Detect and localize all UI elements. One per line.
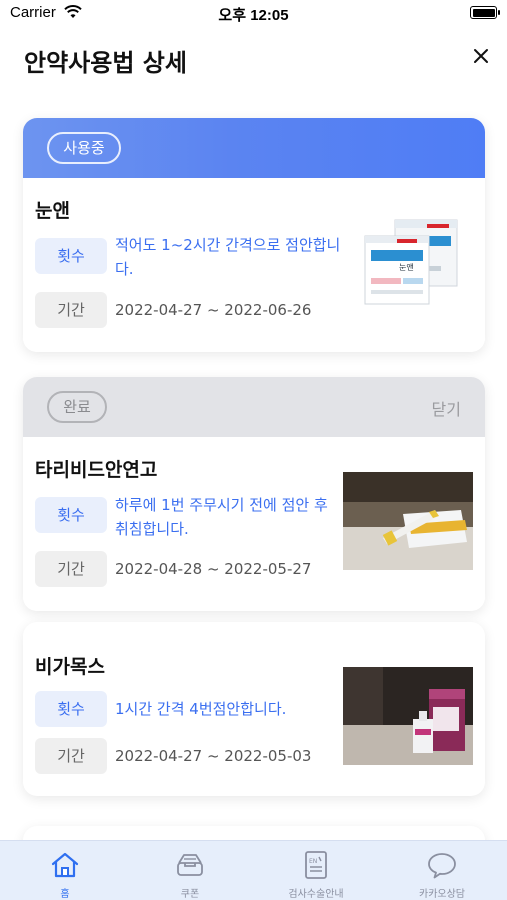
page-header: 안약사용법 상세 — [0, 26, 507, 88]
status-bar: Carrier 오후 12:05 — [0, 0, 507, 26]
medication-list[interactable]: 사용중 눈앤 횟수 적어도 1~2시간 간격으로 점안합니 다. 기간 2022… — [0, 88, 507, 840]
status-badge-in-use: 사용중 — [47, 132, 121, 164]
status-badge-completed: 완료 — [47, 391, 107, 423]
in-use-group: 사용중 눈앤 횟수 적어도 1~2시간 간격으로 점안합니 다. 기간 2022… — [23, 118, 485, 352]
in-use-group-header: 사용중 — [23, 118, 485, 178]
tab-label: 쿠폰 — [180, 889, 200, 900]
period-label: 기간 — [35, 551, 107, 587]
medication-card-tarivid[interactable]: 타리비드안연고 횟수 하루에 1번 주무시기 전에 점안 후 취침합니다. 기간… — [23, 437, 485, 611]
svg-text:EN: EN — [309, 858, 317, 865]
medication-name: 눈앤 — [35, 200, 70, 222]
collapse-button[interactable]: 닫기 — [432, 396, 461, 420]
medication-card-nuen[interactable]: 눈앤 횟수 적어도 1~2시간 간격으로 점안합니 다. 기간 2022-04-… — [23, 178, 485, 352]
completed-group: 완료 닫기 타리비드안연고 횟수 하루에 1번 주무시기 전에 점안 후 취침합… — [23, 377, 485, 611]
frequency-label: 횟수 — [35, 238, 107, 274]
page-title: 안약사용법 상세 — [24, 49, 187, 77]
frequency-text: 적어도 1~2시간 간격으로 점안합니 다. — [115, 236, 341, 278]
frequency-text: 하루에 1번 주무시기 전에 점안 후 취침합니다. — [115, 496, 328, 538]
period-label: 기간 — [35, 292, 107, 328]
tab-home[interactable]: 홈 — [2, 841, 128, 900]
close-button[interactable] — [465, 40, 497, 72]
bottom-tab-bar: 홈 쿠폰 EN 검사수술안내 카카오상담 — [0, 840, 507, 900]
svg-text:눈앤: 눈앤 — [399, 262, 414, 272]
completed-group-header: 완료 닫기 — [23, 377, 485, 437]
frequency-text: 1시간 간격 4번점안합니다. — [115, 700, 287, 718]
coupon-tray-icon — [177, 854, 203, 876]
product-image-vigamox — [343, 667, 473, 765]
battery-icon — [470, 6, 500, 19]
tab-label: 홈 — [60, 889, 70, 900]
period-text: 2022-04-27 ~ 2022-06-26 — [115, 301, 312, 319]
period-label: 기간 — [35, 738, 107, 774]
tab-label: 카카오상담 — [419, 889, 465, 900]
clock: 오후 12:05 — [218, 7, 289, 24]
period-text: 2022-04-28 ~ 2022-05-27 — [115, 560, 312, 578]
medication-name: 비가목스 — [35, 656, 105, 678]
chat-bubble-icon — [428, 853, 456, 879]
medication-card-vigamox[interactable]: 비가목스 횟수 1시간 간격 4번점안합니다. 기간 2022-04-27 ~ … — [23, 622, 485, 796]
home-icon — [51, 852, 79, 878]
product-image-tarivid — [343, 472, 473, 570]
tab-kakao-consult[interactable]: 카카오상담 — [379, 841, 505, 900]
tab-coupon[interactable]: 쿠폰 — [127, 841, 253, 900]
period-text: 2022-04-27 ~ 2022-05-03 — [115, 747, 312, 765]
product-image-nuen: 눈앤 — [357, 214, 469, 310]
frequency-label: 횟수 — [35, 691, 107, 727]
tab-label: 검사수술안내 — [288, 889, 344, 900]
medication-card-partial[interactable] — [23, 826, 485, 840]
tab-exam-surgery-guide[interactable]: EN 검사수술안내 — [253, 841, 379, 900]
close-icon — [474, 49, 488, 63]
frequency-label: 횟수 — [35, 497, 107, 533]
medication-name: 타리비드안연고 — [35, 459, 158, 481]
guide-document-icon: EN — [305, 851, 327, 879]
